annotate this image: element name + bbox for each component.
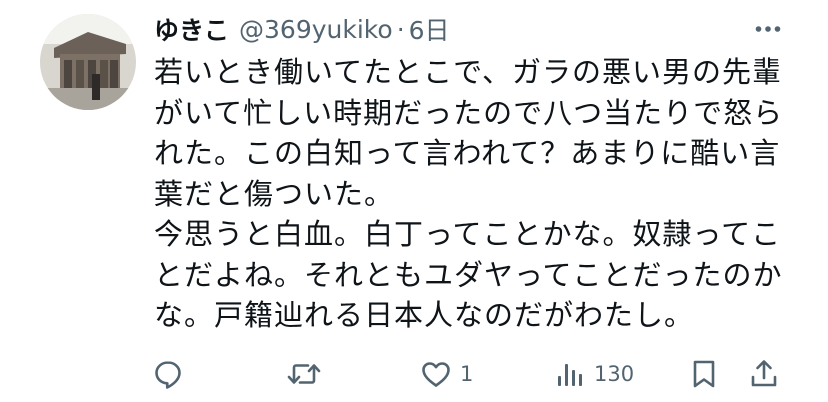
bookmark-icon [688, 358, 720, 390]
tweet-text-line: 今思うと白血。白丁ってことかな。奴隷ってこ [154, 217, 782, 251]
share-button[interactable] [748, 352, 780, 396]
like-button[interactable]: 1 [420, 352, 473, 396]
tweet-text-line: 若いとき働いてたとこで、ガラの悪い男の先輩 [154, 55, 782, 89]
timestamp[interactable]: 6日 [409, 11, 450, 47]
views-icon [554, 358, 586, 390]
tweet-text: 若いとき働いてたとこで、ガラの悪い男の先輩 がいて忙しい時期だったので八つ当たり… [154, 52, 794, 336]
tweet-text-line: な。戸籍辿れる日本人なのだがわたし。 [154, 298, 695, 332]
tweet-actions: 1 130 [152, 352, 788, 396]
reply-icon [152, 358, 184, 390]
display-name[interactable]: ゆきこ [154, 11, 229, 47]
retweet-icon [286, 358, 322, 390]
tweet-header: ゆきこ @369yukiko · 6日 [154, 12, 788, 46]
bookmark-button[interactable] [688, 352, 720, 396]
share-icon [748, 358, 780, 390]
reply-button[interactable] [152, 352, 192, 396]
views-button[interactable]: 130 [554, 352, 634, 396]
more-button[interactable] [748, 12, 788, 46]
avatar[interactable] [40, 14, 136, 110]
retweet-button[interactable] [286, 352, 330, 396]
tweet: ゆきこ @369yukiko · 6日 若いとき働いてたとこで、ガラの悪い男の先… [0, 0, 828, 402]
tweet-text-line: とだよね。それともユダヤってことだったのか [154, 257, 783, 292]
tweet-text-line: 葉だと傷ついた。 [154, 176, 395, 211]
tweet-text-line: がいて忙しい時期だったので八つ当たりで怒ら [154, 95, 784, 130]
like-count: 1 [460, 362, 474, 386]
view-count: 130 [594, 362, 635, 386]
avatar-image [40, 14, 136, 110]
separator-dot: · [396, 14, 405, 44]
tweet-text-line: れた。この白知って言われて？あまりに酷い言 [154, 136, 781, 170]
heart-icon [420, 358, 452, 390]
more-horizontal-icon [755, 25, 781, 33]
user-handle[interactable]: @369yukiko [239, 15, 393, 44]
